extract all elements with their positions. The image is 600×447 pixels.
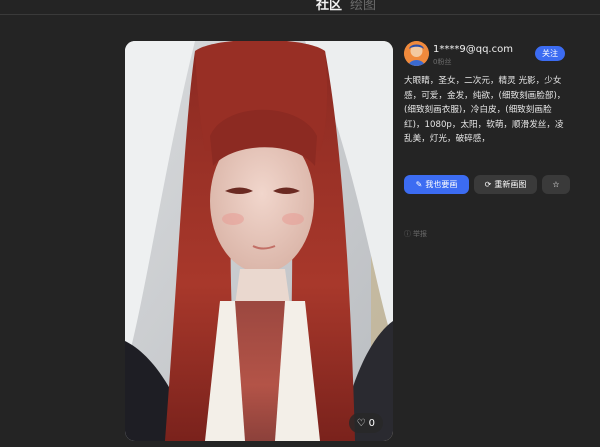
tab-draw[interactable]: 绘图 — [350, 0, 376, 13]
prompt-text: 大眼睛，圣女，二次元，精灵 光影，少女感，可爱，金发，纯欲，(细致刻画脸部)，(… — [404, 76, 566, 144]
info-icon: ⓘ — [404, 230, 411, 238]
avatar[interactable] — [404, 41, 429, 66]
star-icon: ☆ — [552, 180, 560, 189]
action-buttons: ✎ 我也要画 ⟳ 重新画图 ☆ — [404, 175, 570, 194]
artwork-image[interactable]: ♡ 0 — [125, 41, 393, 441]
user-meta: 0粉丝 — [433, 58, 452, 66]
redraw-label: 重新画图 — [494, 180, 527, 189]
like-count: 0 — [368, 417, 375, 429]
favorite-button[interactable]: ☆ — [542, 175, 570, 194]
make-same-button[interactable]: ✎ 我也要画 — [404, 175, 469, 194]
top-nav: 社区 绘图 — [0, 0, 600, 15]
edit-icon: ✎ — [415, 180, 423, 189]
report-label: 举报 — [413, 230, 427, 238]
like-button[interactable]: ♡ 0 — [348, 413, 383, 433]
tab-community[interactable]: 社区 — [316, 0, 342, 13]
redraw-button[interactable]: ⟳ 重新画图 — [474, 175, 537, 194]
refresh-icon: ⟳ — [484, 180, 492, 189]
heart-icon: ♡ — [356, 417, 366, 429]
username[interactable]: 1****9@qq.com — [433, 44, 513, 55]
make-same-label: 我也要画 — [425, 180, 458, 189]
artwork-illustration — [125, 41, 393, 441]
follow-button[interactable]: 关注 — [535, 46, 565, 61]
report-link[interactable]: ⓘ 举报 — [404, 229, 427, 239]
